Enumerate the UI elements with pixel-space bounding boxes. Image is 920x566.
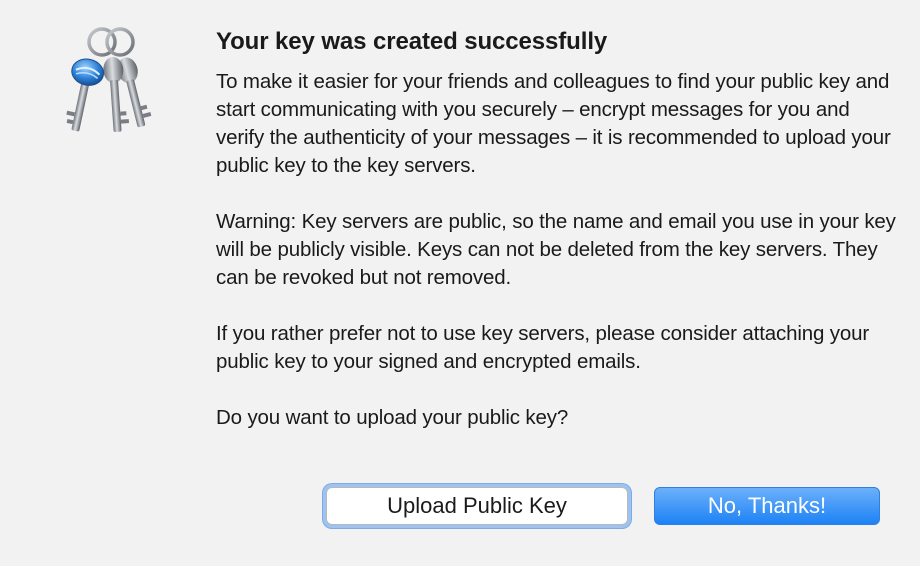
warning-paragraph: Warning: Key servers are public, so the … [216, 210, 896, 289]
keychain-icon [62, 20, 162, 142]
alternative-paragraph: If you rather prefer not to use key serv… [216, 322, 870, 373]
key-created-dialog: Your key was created successfully To mak… [0, 0, 920, 566]
question-paragraph: Do you want to upload your public key? [216, 406, 569, 429]
dialog-content: Your key was created successfully To mak… [216, 26, 896, 432]
upload-public-key-button[interactable]: Upload Public Key [326, 487, 628, 525]
info-paragraph: To make it easier for your friends and c… [216, 70, 891, 177]
dialog-buttons: Upload Public Key No, Thanks! [326, 487, 882, 527]
dialog-title: Your key was created successfully [216, 28, 608, 55]
no-thanks-button[interactable]: No, Thanks! [654, 487, 880, 525]
